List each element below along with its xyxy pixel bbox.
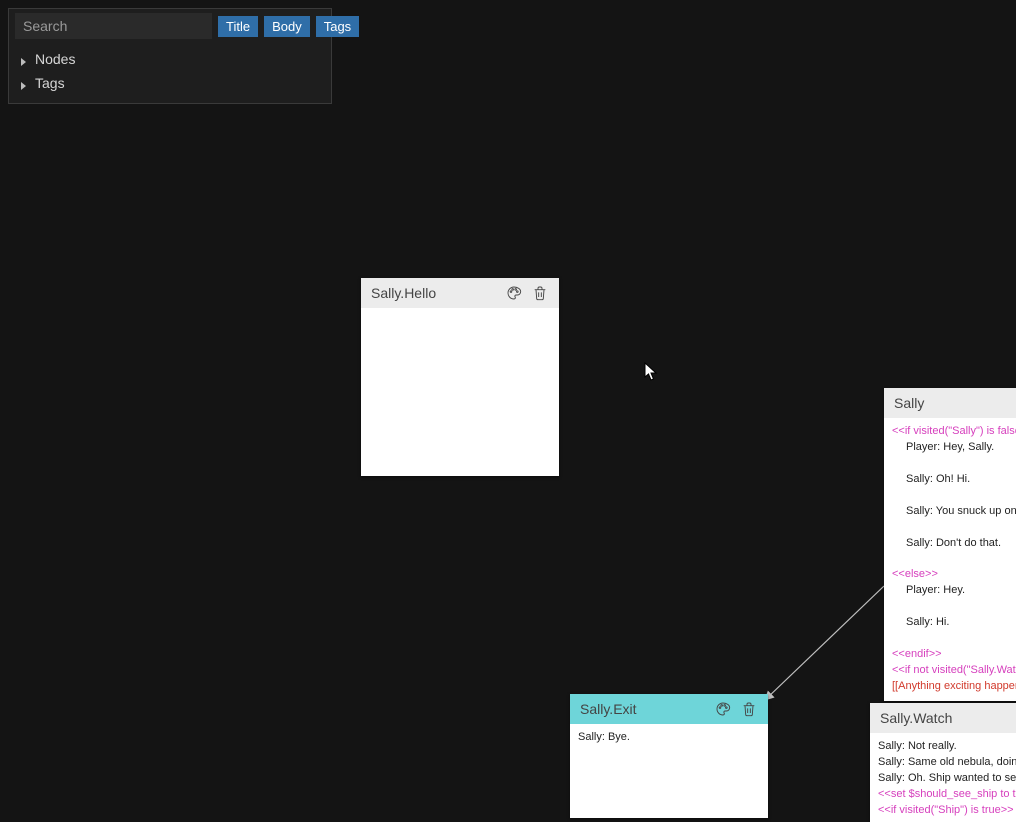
code-line: <<set $should_see_ship to true>: [878, 788, 1016, 800]
node-header[interactable]: Sally.Exit: [570, 694, 768, 724]
code-line: Sally: Hi.: [892, 615, 1016, 631]
palette-icon[interactable]: [505, 284, 523, 302]
code-line: <<if visited("Ship") is true>>: [878, 804, 1014, 816]
node-title: Sally.Hello: [371, 285, 497, 301]
node-title: Sally.Exit: [580, 701, 706, 717]
node-body[interactable]: Sally: Not really. Sally: Same old nebula…: [870, 733, 1016, 822]
node-header[interactable]: Sally.Hello: [361, 278, 559, 308]
code-line: <<endif>>: [892, 648, 942, 660]
code-line: Sally: Not really.: [878, 740, 957, 752]
code-line: <<if visited("Sally") is false>>: [892, 425, 1016, 437]
node-header[interactable]: Sally: [884, 388, 1016, 418]
code-line: [[Anything exciting happen o: [892, 680, 1016, 692]
code-line: Sally: You snuck up on me.: [892, 504, 1016, 520]
node-sally-hello[interactable]: Sally.Hello: [361, 278, 559, 476]
code-line: Sally: Don't do that.: [892, 536, 1016, 552]
code-line: <<else>>: [892, 568, 938, 580]
code-line: Player: Hey.: [892, 583, 1016, 599]
node-sally[interactable]: Sally <<if visited("Sally") is false>> Pl…: [884, 388, 1016, 701]
graph-canvas[interactable]: Sally.Hello Sally.Exit Sally: Bye. Sally: [0, 0, 1016, 822]
palette-icon[interactable]: [714, 700, 732, 718]
node-title: Sally: [894, 395, 1016, 411]
trash-icon[interactable]: [531, 284, 549, 302]
node-body[interactable]: Sally: Bye.: [570, 724, 768, 818]
node-sally-watch[interactable]: Sally.Watch Sally: Not really. Sally: Sam…: [870, 703, 1016, 822]
code-line: Sally: Oh. Ship wanted to see yo: [878, 772, 1016, 784]
code-line: Sally: Same old nebula, doing th: [878, 756, 1016, 768]
node-sally-exit[interactable]: Sally.Exit Sally: Bye.: [570, 694, 768, 818]
node-title: Sally.Watch: [880, 710, 1016, 726]
node-body[interactable]: <<if visited("Sally") is false>> Player: …: [884, 418, 1016, 701]
code-line: <<if not visited("Sally.Watch": [892, 664, 1016, 676]
node-header[interactable]: Sally.Watch: [870, 703, 1016, 733]
trash-icon[interactable]: [740, 700, 758, 718]
node-body[interactable]: [361, 308, 559, 472]
code-line: Sally: Oh! Hi.: [892, 472, 1016, 488]
code-line: Player: Hey, Sally.: [892, 440, 1016, 456]
code-line: Sally: Bye.: [578, 731, 630, 743]
